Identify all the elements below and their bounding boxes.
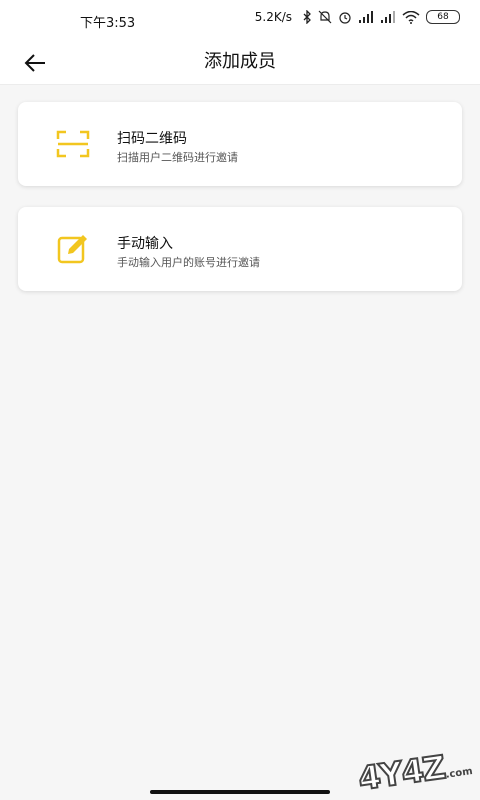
home-indicator[interactable] (150, 790, 330, 794)
watermark-logo: 4Y4Z.com (355, 744, 474, 799)
network-speed: 5.2K/s (254, 10, 292, 24)
signal-hd-icon (380, 11, 396, 23)
add-member-screen: 下午3:53 5.2K/s 68 添加成员 扫码二维码 扫描用户二维码进行邀请 … (0, 0, 480, 800)
manual-input-option[interactable]: 手动输入 手动输入用户的账号进行邀请 (18, 207, 462, 291)
option-subtitle: 手动输入用户的账号进行邀请 (117, 256, 260, 269)
wifi-icon (402, 10, 420, 24)
watermark-text: 4Y4Z (355, 747, 448, 799)
navigation-header: 添加成员 (0, 40, 480, 85)
battery-icon: 68 (426, 10, 460, 24)
bluetooth-icon (302, 10, 312, 24)
option-title: 手动输入 (117, 236, 173, 252)
page-title: 添加成员 (204, 51, 276, 72)
edit-icon (56, 232, 90, 266)
scan-qr-option[interactable]: 扫码二维码 扫描用户二维码进行邀请 (18, 102, 462, 186)
status-time: 下午3:53 (80, 16, 136, 31)
mute-icon (318, 10, 332, 24)
option-subtitle: 扫描用户二维码进行邀请 (117, 151, 238, 164)
watermark-suffix: .com (445, 766, 474, 781)
signal-icon (358, 11, 374, 23)
alarm-icon (338, 10, 352, 24)
option-title: 扫码二维码 (117, 131, 187, 147)
status-icons: 5.2K/s 68 (255, 10, 460, 24)
scan-icon (56, 127, 90, 161)
status-bar: 下午3:53 5.2K/s 68 (0, 0, 480, 40)
